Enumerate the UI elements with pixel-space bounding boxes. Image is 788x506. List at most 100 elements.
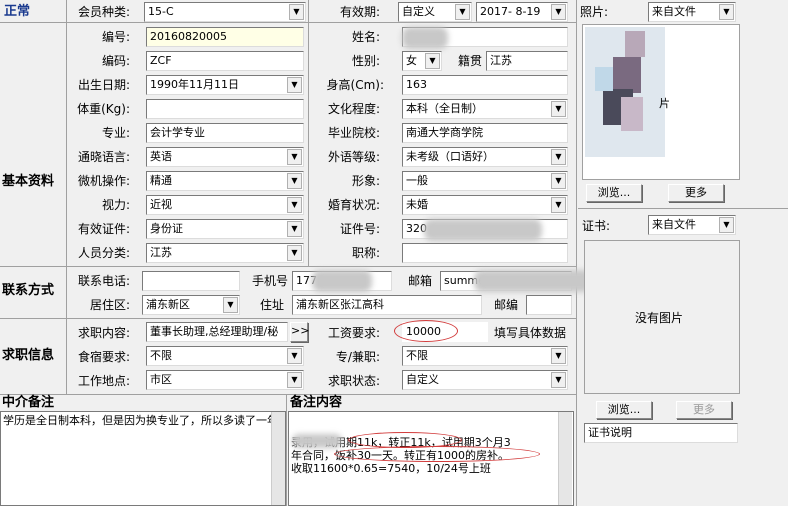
section-contact: 联系方式 (2, 283, 55, 298)
number-input[interactable]: 20160820005 (146, 27, 304, 47)
appearance-value: 一般 (406, 174, 428, 187)
phone-label: 联系电话: (77, 274, 130, 288)
education-value: 本科（全日制） (406, 102, 483, 115)
address-input[interactable]: 浦东新区张江高科 (292, 295, 482, 315)
photo-more-button[interactable]: 更多 (668, 184, 724, 202)
vision-label: 视力: (101, 198, 130, 212)
code-label: 编码: (101, 54, 130, 68)
appearance-select[interactable]: 一般 ▼ (402, 171, 568, 191)
chevron-down-icon: ▼ (551, 101, 566, 117)
work-place-label: 工作地点: (77, 374, 130, 388)
section-normal: 正常 (4, 4, 31, 19)
chevron-down-icon: ▼ (287, 77, 302, 93)
weight-input[interactable] (146, 99, 304, 119)
job-status-select[interactable]: 自定义 ▼ (402, 370, 568, 390)
id-type-label: 有效证件: (77, 222, 130, 236)
height-input[interactable]: 163 (402, 75, 568, 95)
major-label: 专业: (101, 126, 130, 140)
chevron-down-icon: ▼ (289, 4, 304, 20)
certificate-desc-input[interactable]: 证书说明 (584, 423, 738, 443)
marriage-select[interactable]: 未婚 ▼ (402, 195, 568, 215)
chevron-down-icon: ▼ (287, 245, 302, 261)
chevron-down-icon: ▼ (551, 348, 566, 364)
chevron-down-icon: ▼ (551, 173, 566, 189)
remark-line-3: 收取11600*0.65=7540，10/24号上班 (291, 462, 491, 475)
chevron-down-icon: ▼ (287, 149, 302, 165)
job-wanted-more-button[interactable]: >> (290, 322, 309, 342)
salary-label: 工资要求: (327, 326, 380, 340)
section-job: 求职信息 (2, 348, 55, 363)
computer-select[interactable]: 精通 ▼ (146, 171, 304, 191)
address-label: 住址 (259, 298, 284, 312)
validity-value: 自定义 (402, 5, 435, 18)
salary-hint: 填写具体数据 (494, 326, 567, 340)
board-select[interactable]: 不限 ▼ (146, 346, 304, 366)
school-input[interactable]: 南通大学商学院 (402, 123, 568, 143)
gender-label: 性别: (351, 54, 380, 68)
category-value: 江苏 (150, 246, 172, 259)
photo-source-select[interactable]: 来自文件 ▼ (648, 2, 736, 22)
member-type-select[interactable]: 15-C ▼ (144, 2, 306, 22)
fulltime-value: 不限 (406, 349, 428, 362)
job-wanted-label: 求职内容: (77, 326, 130, 340)
certificate-browse-button[interactable]: 浏览... (596, 401, 652, 419)
birth-date-picker[interactable]: 1990年11月11日 ▼ (146, 75, 304, 95)
fulltime-label: 专/兼职: (335, 350, 380, 364)
fulltime-select[interactable]: 不限 ▼ (402, 346, 568, 366)
mobile-label: 手机号 (251, 274, 288, 288)
chevron-down-icon: ▼ (223, 297, 238, 313)
remark-scrollbar[interactable] (558, 412, 572, 505)
job-wanted-input[interactable]: 董事长助理,总经理助理/秘 (146, 322, 288, 342)
language-select[interactable]: 英语 ▼ (146, 147, 304, 167)
title-label: 职称: (351, 246, 380, 260)
gender-select[interactable]: 女 ▼ (402, 51, 442, 71)
id-no-label: 证件号: (339, 222, 380, 236)
code-input[interactable]: ZCF (146, 51, 304, 71)
foreign-level-value: 未考级（口语好） (406, 150, 494, 163)
chevron-down-icon: ▼ (551, 149, 566, 165)
agent-note-title: 中介备注 (2, 395, 55, 410)
school-label: 毕业院校: (327, 126, 380, 140)
district-label: 居住区: (89, 298, 130, 312)
remark-title: 备注内容 (290, 395, 343, 410)
certificate-placeholder: 没有图片 (635, 311, 684, 325)
vision-value: 近视 (150, 198, 172, 211)
category-select[interactable]: 江苏 ▼ (146, 243, 304, 263)
board-value: 不限 (150, 349, 172, 362)
district-value: 浦东新区 (146, 298, 190, 311)
education-select[interactable]: 本科（全日制） ▼ (402, 99, 568, 119)
postcode-input[interactable] (526, 295, 572, 315)
computer-value: 精通 (150, 174, 172, 187)
id-type-select[interactable]: 身份证 ▼ (146, 219, 304, 239)
certificate-source-value: 来自文件 (652, 218, 696, 231)
chevron-down-icon: ▼ (287, 372, 302, 388)
validity-label: 有效期: (339, 5, 380, 19)
category-label: 人员分类: (77, 246, 130, 260)
phone-input[interactable] (142, 271, 240, 291)
email-label: 邮箱 (407, 274, 432, 288)
validity-select[interactable]: 自定义 ▼ (398, 2, 472, 22)
agent-note-text: 学历是全日制本科，但是因为换专业了，所以多读了一年 (3, 414, 278, 427)
certificate-source-select[interactable]: 来自文件 ▼ (648, 215, 736, 235)
photo-label: 照片: (580, 5, 609, 19)
agent-note-textarea[interactable]: 学历是全日制本科，但是因为换专业了，所以多读了一年 (0, 411, 286, 506)
birth-label: 出生日期: (77, 78, 130, 92)
number-label: 编号: (101, 30, 130, 44)
native-input[interactable]: 江苏 (486, 51, 568, 71)
photo-placeholder: 片 (659, 97, 670, 110)
foreign-level-select[interactable]: 未考级（口语好） ▼ (402, 147, 568, 167)
chevron-down-icon: ▼ (719, 217, 734, 233)
validity-date-picker[interactable]: 2017- 8-19 ▼ (476, 2, 568, 22)
job-status-label: 求职状态: (327, 374, 380, 388)
title-input[interactable] (402, 243, 568, 263)
birth-value: 1990年11月11日 (150, 78, 239, 91)
agent-note-scrollbar[interactable] (271, 412, 285, 505)
chevron-down-icon: ▼ (551, 372, 566, 388)
work-place-select[interactable]: 市区 ▼ (146, 370, 304, 390)
chevron-down-icon: ▼ (551, 4, 566, 20)
vision-select[interactable]: 近视 ▼ (146, 195, 304, 215)
major-input[interactable]: 会计学专业 (146, 123, 304, 143)
certificate-more-button[interactable]: 更多 (676, 401, 732, 419)
photo-browse-button[interactable]: 浏览... (586, 184, 642, 202)
district-select[interactable]: 浦东新区 ▼ (142, 295, 240, 315)
